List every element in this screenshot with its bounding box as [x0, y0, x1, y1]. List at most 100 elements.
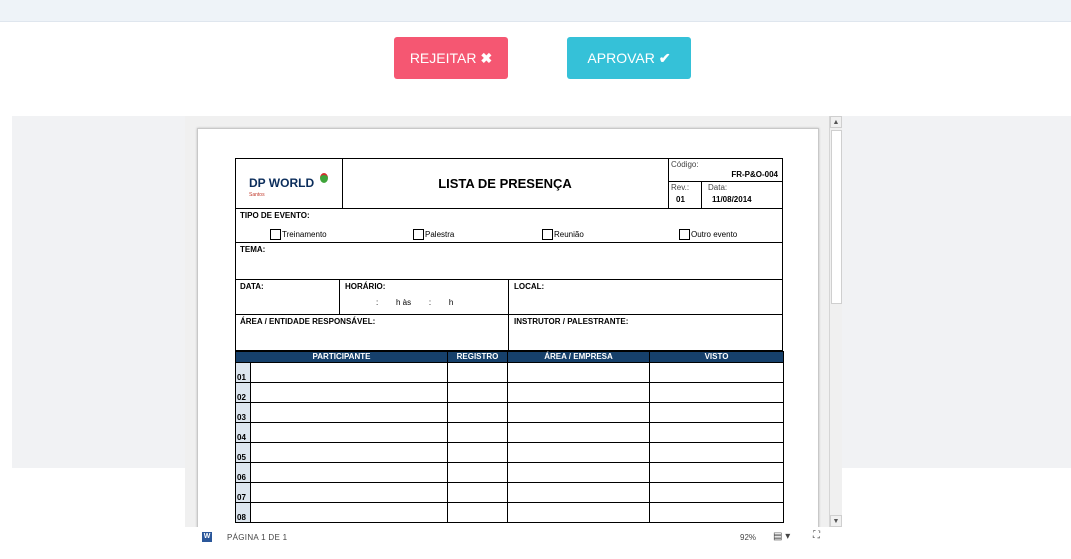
vertical-scrollbar[interactable]: ▲ ▼	[829, 116, 842, 527]
scroll-thumb[interactable]	[831, 130, 842, 304]
logo-swirl-icon	[320, 173, 328, 183]
code-vdivider	[701, 181, 702, 208]
code-label: Código:	[671, 160, 699, 169]
date-time-row: DATA: HORÁRIO: : h às : h LOCAL:	[235, 280, 783, 315]
row-number: 04	[235, 422, 251, 443]
header-visto: VISTO	[649, 351, 784, 363]
reject-button[interactable]: REJEITAR ✖	[394, 37, 508, 79]
page-indicator: PÁGINA 1 DE 1	[227, 533, 288, 542]
divider	[339, 280, 340, 314]
row-number: 02	[235, 382, 251, 403]
scroll-down-icon[interactable]: ▼	[830, 515, 842, 527]
cell	[649, 422, 784, 443]
zoom-level[interactable]: 92%	[740, 533, 756, 542]
date-value: 11/08/2014	[712, 195, 752, 204]
cell	[250, 382, 448, 403]
form-code-block: Código: FR-P&O-004 Rev.: 01 Data: 11/08/…	[668, 159, 782, 208]
area-label: ÁREA / ENTIDADE RESPONSÁVEL:	[240, 317, 376, 326]
option-label: Reunião	[554, 230, 584, 239]
table-row: 06	[235, 462, 784, 483]
cell	[649, 442, 784, 463]
horario-label: HORÁRIO:	[345, 282, 386, 291]
code-divider	[668, 181, 782, 182]
company-logo: DP WORLD Santos	[236, 159, 343, 208]
cell	[447, 482, 508, 503]
attendance-form: DP WORLD Santos LISTA DE PRESENÇA Código…	[235, 158, 784, 523]
cell	[250, 462, 448, 483]
check-icon: ✔	[658, 50, 671, 66]
layout-menu-icon[interactable]: ▤ ▾	[773, 531, 790, 542]
cell	[250, 482, 448, 503]
event-type-label: TIPO DE EVENTO:	[240, 211, 310, 220]
table-row: 01	[235, 362, 784, 383]
cell	[447, 462, 508, 483]
option-label: Treinamento	[282, 230, 327, 239]
word-icon: W	[202, 532, 212, 542]
table-row: 08	[235, 502, 784, 523]
row-number: 06	[235, 462, 251, 483]
cell	[649, 362, 784, 383]
option-label: Palestra	[425, 230, 455, 239]
header-registro: REGISTRO	[447, 351, 508, 363]
form-header: DP WORLD Santos LISTA DE PRESENÇA Código…	[235, 158, 783, 209]
event-type-row: TIPO DE EVENTO: Treinamento Palestra Reu…	[235, 209, 783, 243]
participants-table: PARTICIPANTE REGISTRO ÁREA / EMPRESA VIS…	[235, 351, 784, 523]
responsible-row: ÁREA / ENTIDADE RESPONSÁVEL: INSTRUTOR /…	[235, 315, 783, 351]
close-icon: ✖	[480, 50, 493, 66]
option-label: Outro evento	[691, 230, 738, 239]
table-header-row: PARTICIPANTE REGISTRO ÁREA / EMPRESA VIS…	[235, 351, 784, 363]
document-page: DP WORLD Santos LISTA DE PRESENÇA Código…	[197, 128, 819, 527]
rev-label: Rev.:	[671, 183, 690, 192]
cell	[447, 362, 508, 383]
cell	[507, 422, 650, 443]
cell	[507, 462, 650, 483]
cell	[447, 422, 508, 443]
document-viewer[interactable]: DP WORLD Santos LISTA DE PRESENÇA Código…	[185, 116, 841, 527]
scroll-up-icon[interactable]: ▲	[830, 116, 842, 128]
table-row: 03	[235, 402, 784, 423]
tema-label: TEMA:	[240, 245, 266, 254]
cell	[649, 462, 784, 483]
checkbox-reuniao[interactable]: Reunião	[542, 229, 584, 240]
cell	[507, 442, 650, 463]
cell	[250, 422, 448, 443]
cell	[649, 402, 784, 423]
cell	[507, 482, 650, 503]
header-participante: PARTICIPANTE	[235, 351, 448, 363]
table-row: 05	[235, 442, 784, 463]
header-area-empresa: ÁREA / EMPRESA	[507, 351, 650, 363]
checkbox-palestra[interactable]: Palestra	[413, 229, 454, 240]
preview-background-lower	[850, 468, 1071, 559]
cell	[649, 482, 784, 503]
cell	[447, 502, 508, 523]
divider	[508, 280, 509, 314]
logo-name: DP WORLD	[249, 176, 315, 190]
cell	[507, 382, 650, 403]
divider	[508, 315, 509, 350]
tema-row: TEMA:	[235, 243, 783, 280]
row-number: 05	[235, 442, 251, 463]
approve-label: APROVAR	[587, 50, 655, 66]
code-value: FR-P&O-004	[731, 170, 778, 179]
table-row: 04	[235, 422, 784, 443]
cell	[649, 382, 784, 403]
logo-sub: Santos	[249, 192, 265, 198]
cell	[507, 402, 650, 423]
fullscreen-icon[interactable]: ⛶	[813, 530, 820, 541]
cell	[250, 502, 448, 523]
cell	[447, 402, 508, 423]
date-label: Data:	[708, 183, 728, 192]
row-number: 01	[235, 362, 251, 383]
cell	[507, 362, 650, 383]
cell	[447, 442, 508, 463]
approve-button[interactable]: APROVAR ✔	[567, 37, 691, 79]
cell	[507, 502, 650, 523]
row-number: 03	[235, 402, 251, 423]
checkbox-treinamento[interactable]: Treinamento	[270, 229, 327, 240]
cell	[649, 502, 784, 523]
rev-value: 01	[676, 195, 685, 204]
table-row: 02	[235, 382, 784, 403]
form-title: LISTA DE PRESENÇA	[342, 159, 669, 208]
checkbox-outro-evento[interactable]: Outro evento	[679, 229, 737, 240]
horario-value: : h às : h	[376, 298, 454, 307]
